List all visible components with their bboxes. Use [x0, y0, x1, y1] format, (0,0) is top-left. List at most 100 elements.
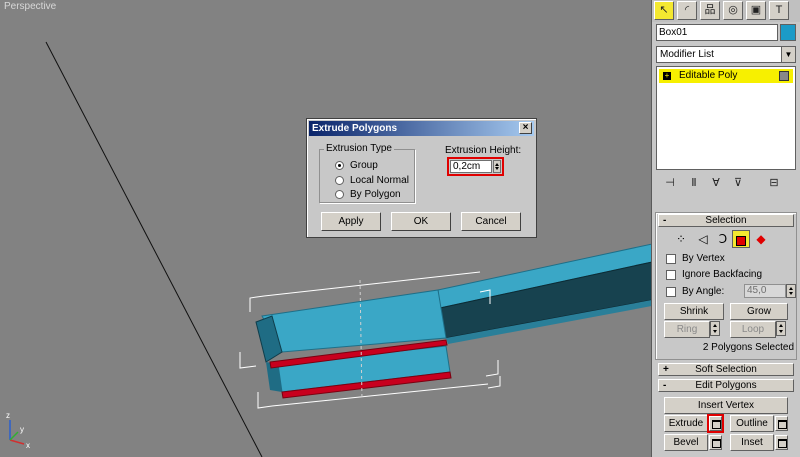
motion-tab[interactable]: ◎: [723, 1, 743, 20]
apply-button[interactable]: Apply: [321, 212, 381, 231]
utilities-icon: T: [775, 4, 783, 16]
collapse-icon: -: [663, 215, 667, 226]
grow-button[interactable]: Grow: [730, 303, 788, 320]
expand-icon: +: [663, 364, 669, 375]
loop-button[interactable]: Loop: [730, 321, 776, 338]
dialog-title: Extrude Polygons: [312, 123, 398, 134]
object-color-swatch[interactable]: [780, 24, 796, 41]
shrink-button[interactable]: Shrink: [664, 303, 724, 320]
cancel-button[interactable]: Cancel: [461, 212, 521, 231]
extrude-polygons-dialog: Extrude Polygons × Extrusion Type Group …: [306, 118, 537, 238]
vertex-mode-icon[interactable]: ⁘: [672, 230, 690, 248]
ignore-backfacing-option[interactable]: Ignore Backfacing: [666, 268, 762, 281]
ring-spinner[interactable]: [710, 321, 720, 336]
stack-toolbar: ⊣ Ⅱ ∀ ⊽ ⊟: [656, 174, 796, 192]
angle-spinner[interactable]: [786, 284, 796, 298]
ignore-backfacing-checkbox[interactable]: [666, 269, 676, 280]
pin-stack-icon[interactable]: ⊣: [662, 176, 678, 190]
modifier-list-label: Modifier List: [660, 49, 714, 60]
channel-top-face: [261, 289, 447, 353]
display-tab[interactable]: ▣: [746, 1, 766, 20]
selection-rollout-title: Selection: [705, 215, 747, 226]
radio-by-polygon[interactable]: By Polygon: [335, 188, 401, 200]
create-tab[interactable]: ↖: [654, 1, 674, 20]
border-mode-icon[interactable]: Ↄ: [714, 230, 732, 248]
radio-group-button[interactable]: [335, 160, 344, 170]
by-angle-option[interactable]: By Angle:: [666, 285, 724, 298]
bevel-button[interactable]: Bevel: [664, 434, 708, 451]
modifier-stack[interactable]: + Editable Poly: [656, 66, 796, 170]
cursor-icon: ↖: [659, 4, 669, 16]
expand-icon[interactable]: +: [663, 72, 671, 80]
radio-group-label: Group: [350, 159, 378, 171]
inset-settings-button[interactable]: [775, 435, 788, 450]
stack-item-label: Editable Poly: [679, 70, 738, 81]
ignore-backfacing-label: Ignore Backfacing: [682, 269, 763, 280]
motion-icon: ◎: [728, 4, 738, 16]
by-angle-checkbox[interactable]: [666, 286, 676, 297]
edge-mode-icon[interactable]: ◁: [694, 230, 712, 248]
polygon-mode-icon[interactable]: [732, 230, 750, 248]
extrusion-height-highlight: [447, 157, 504, 176]
modify-tab[interactable]: ◜: [677, 1, 697, 20]
modify-icon: ◜: [684, 4, 690, 16]
utilities-tab[interactable]: T: [769, 1, 789, 20]
stack-item-swatch: [779, 71, 789, 81]
angle-input[interactable]: 45,0: [744, 284, 786, 298]
selection-status: 2 Polygons Selected: [702, 342, 794, 353]
axis-x-label: x: [26, 441, 30, 450]
viewport-label[interactable]: Perspective: [4, 1, 56, 12]
display-icon: ▣: [750, 4, 762, 16]
radio-local-normal-button[interactable]: [335, 175, 344, 185]
command-panel: ↖ ◜ 品 ◎ ▣ T Box01 Modifier List ▼ + Edit…: [652, 0, 800, 457]
insert-vertex-button[interactable]: Insert Vertex: [664, 397, 788, 414]
make-unique-icon[interactable]: ∀: [708, 176, 724, 190]
modifier-list-dropdown[interactable]: Modifier List ▼: [656, 46, 796, 63]
scene-edge-line: [45, 41, 263, 457]
close-button[interactable]: ×: [519, 122, 532, 134]
edit-polygons-title: Edit Polygons: [695, 380, 757, 391]
axis-z-label: z: [6, 411, 10, 420]
inset-button[interactable]: Inset: [730, 434, 774, 451]
configure-modifier-sets-icon[interactable]: ⊟: [766, 176, 782, 190]
radio-by-polygon-label: By Polygon: [350, 188, 401, 200]
command-panel-tabs: ↖ ◜ 品 ◎ ▣ T: [652, 0, 800, 22]
outline-settings-button[interactable]: [775, 416, 788, 431]
radio-local-normal-label: Local Normal: [350, 174, 409, 186]
ok-button[interactable]: OK: [391, 212, 451, 231]
ring-button[interactable]: Ring: [664, 321, 710, 338]
show-end-result-icon[interactable]: Ⅱ: [686, 176, 702, 190]
hierarchy-icon: 品: [704, 4, 716, 16]
radio-local-normal[interactable]: Local Normal: [335, 174, 409, 186]
extrusion-type-legend: Extrusion Type: [324, 143, 394, 154]
stack-item-editable-poly[interactable]: + Editable Poly: [659, 69, 793, 83]
chevron-down-icon[interactable]: ▼: [781, 47, 795, 62]
hierarchy-tab[interactable]: 品: [700, 1, 720, 20]
by-angle-label: By Angle:: [682, 286, 725, 297]
outline-button[interactable]: Outline: [730, 415, 774, 432]
extrusion-height-input[interactable]: [450, 160, 492, 173]
radio-by-polygon-button[interactable]: [335, 189, 344, 199]
by-vertex-checkbox[interactable]: [666, 253, 676, 264]
perspective-viewport[interactable]: z x y Perspective Extrude Polygons × Ext…: [0, 0, 652, 457]
soft-selection-title: Soft Selection: [695, 364, 757, 375]
collapse-icon: -: [663, 380, 667, 391]
object-name-field[interactable]: Box01: [656, 24, 778, 41]
radio-group[interactable]: Group: [335, 159, 378, 171]
by-vertex-label: By Vertex: [682, 253, 725, 264]
axis-y-label: y: [20, 425, 24, 434]
axis-tripod: z x y: [6, 411, 30, 450]
extrusion-height-label: Extrusion Height:: [445, 145, 522, 156]
by-vertex-option[interactable]: By Vertex: [666, 252, 725, 265]
extrude-settings-button[interactable]: [707, 414, 724, 433]
element-mode-icon[interactable]: ◆: [752, 230, 770, 248]
dialog-titlebar[interactable]: Extrude Polygons ×: [309, 121, 534, 136]
bevel-settings-button[interactable]: [709, 435, 722, 450]
soft-selection-rollout-header[interactable]: + Soft Selection: [658, 363, 794, 376]
edit-polygons-rollout-header[interactable]: - Edit Polygons: [658, 379, 794, 392]
extrude-button[interactable]: Extrude: [664, 415, 708, 432]
loop-spinner[interactable]: [776, 321, 786, 336]
selection-rollout-header[interactable]: - Selection: [658, 214, 794, 227]
extrusion-height-spinner[interactable]: [493, 160, 501, 173]
remove-modifier-icon[interactable]: ⊽: [730, 176, 746, 190]
